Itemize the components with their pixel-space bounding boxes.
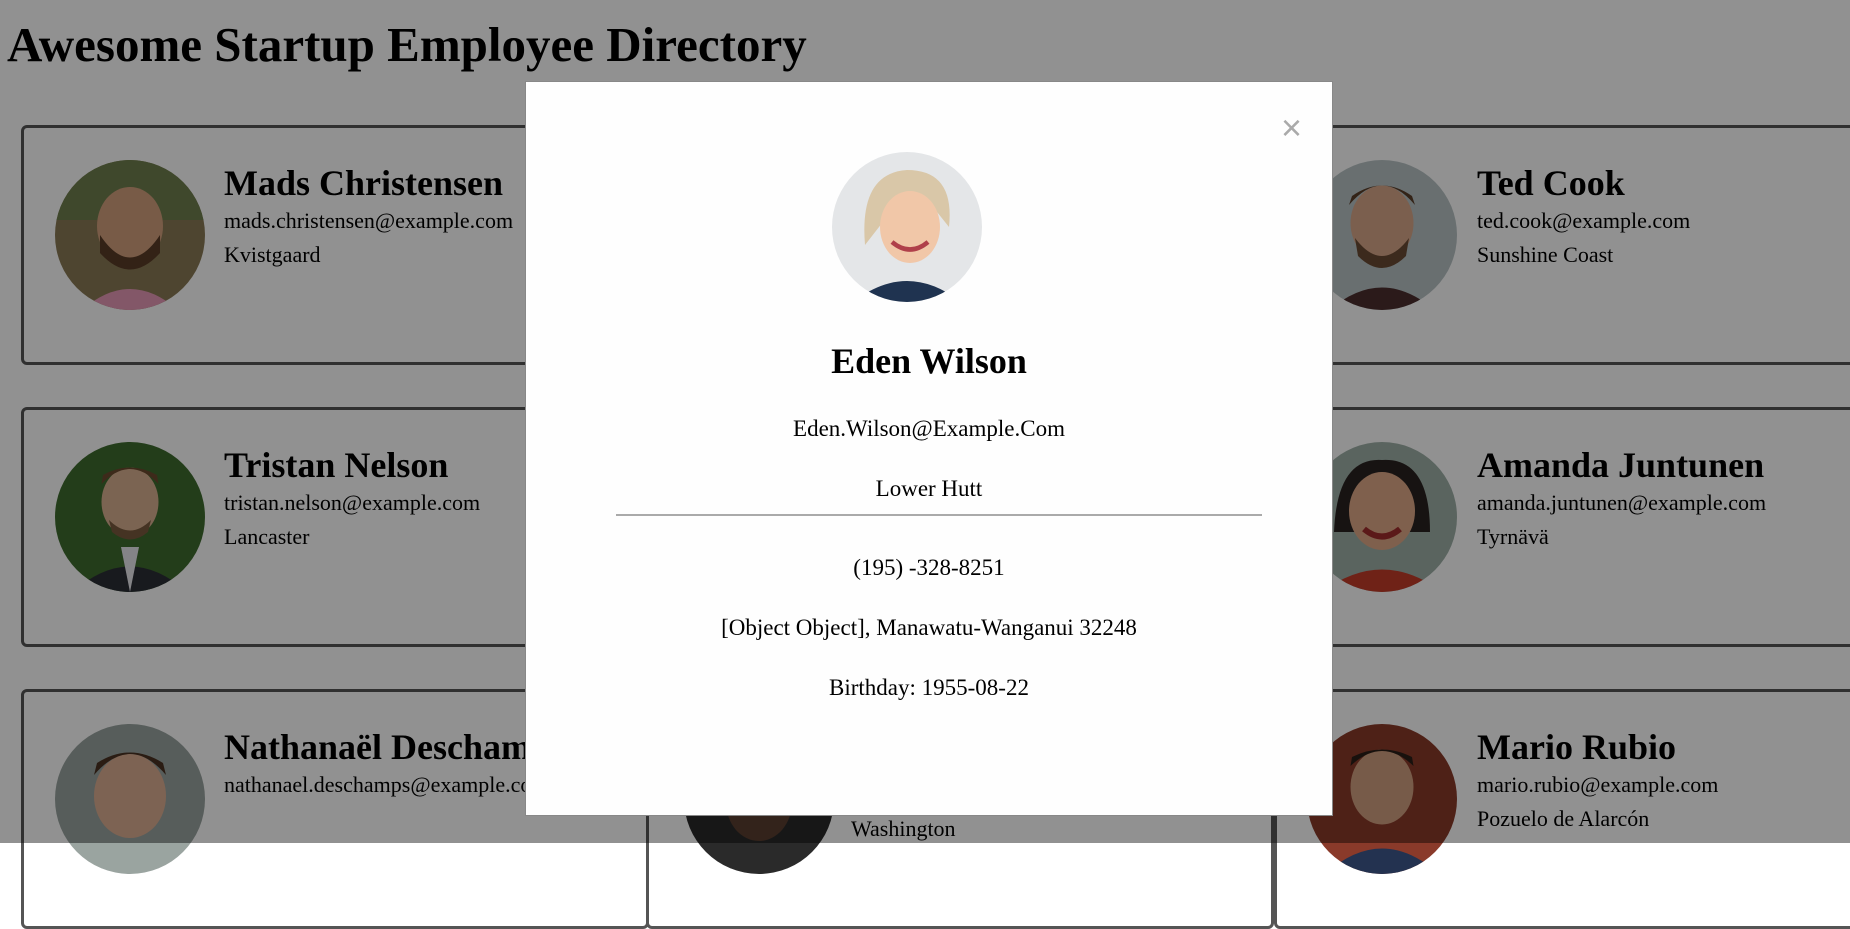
modal-email: Eden.Wilson@Example.Com xyxy=(793,416,1065,441)
modal-birthday: Birthday: 1955-08-22 xyxy=(829,675,1029,700)
employee-modal: × Eden Wilson Eden.Wilson@Example.Com Lo… xyxy=(525,81,1333,816)
modal-city: Lower Hutt xyxy=(875,476,983,501)
modal-avatar xyxy=(832,152,982,302)
modal-name: Eden Wilson xyxy=(831,341,1027,381)
avatar-photo xyxy=(832,152,982,302)
modal-address: [Object Object], Manawatu-Wanganui 32248 xyxy=(721,615,1137,640)
close-icon[interactable]: × xyxy=(1281,110,1302,146)
modal-divider xyxy=(616,514,1262,516)
modal-phone: (195) -328-8251 xyxy=(853,555,1005,580)
